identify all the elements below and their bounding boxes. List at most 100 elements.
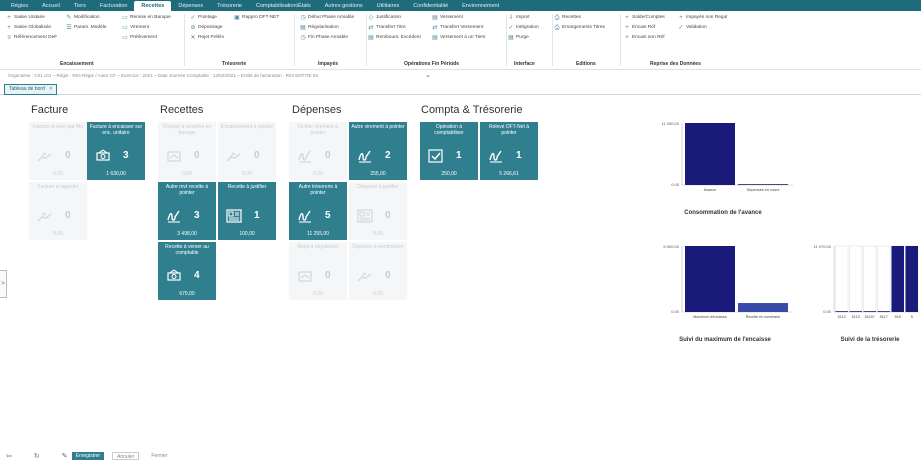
tile-autre-mvt-recette[interactable]: Autre mvt recette à pointer 3 3 498,00 <box>158 182 216 240</box>
fin-phase-amiable-button[interactable]: ◷ Fin Phase Amiable <box>300 34 348 41</box>
emargements-titres-button[interactable]: ⎙ Emargements Titres <box>554 24 605 31</box>
doc-icon: ▤ <box>508 34 514 41</box>
tile-depense-a-rembourser[interactable]: Dépense à rembourser 0 0,00 <box>349 242 407 300</box>
refresh-icon[interactable]: ↻ <box>34 452 40 460</box>
tile-count: 1 <box>254 210 260 221</box>
tile-operation-a-comptabiliser[interactable]: Opération à comptabiliser 1 250,00 <box>420 122 478 180</box>
bar <box>905 246 918 312</box>
sign-icon <box>166 209 182 223</box>
edit-icon[interactable]: ✎ <box>62 452 68 460</box>
menu-tab-1[interactable]: Accueil <box>35 1 67 11</box>
rejet-prelev-button[interactable]: ✕ Rejet Prélèv <box>190 34 224 41</box>
referencement-button[interactable]: ≡ Référencement DeF <box>6 34 57 41</box>
bar <box>685 123 735 185</box>
tile-encaissement-a-pointer[interactable]: Encaissement à pointer 0 0,00 <box>218 122 276 180</box>
integration-button[interactable]: ✓ Intégration <box>508 24 538 31</box>
prelevement-button[interactable]: ▭ Prélèvement <box>122 34 157 41</box>
y-tick-label: 11 070,00 <box>814 244 832 249</box>
tile-cheque-a-remettre[interactable]: Chèque à remettre en banque 0 0,00 <box>158 122 216 180</box>
menu-tab-9[interactable]: Utilitaires <box>370 1 407 11</box>
cheque-icon <box>166 149 182 163</box>
validation-button[interactable]: ✓ Validation <box>678 24 706 31</box>
modification-button[interactable]: ✎ Modification <box>66 14 99 21</box>
chart-maximum-encaisse: 5 000,00 0.00 Maximum d'encaisse Recette en… <box>663 244 793 319</box>
recettes-edition-button[interactable]: ⎙ Recettes <box>554 14 581 21</box>
tile-fichier-virement[interactable]: Fichier virement à pointer 0 0,00 <box>289 122 347 180</box>
rembours-excedent-button[interactable]: ▤ Rembours. Excédent <box>368 34 421 41</box>
menu-tab-11[interactable]: Environnement <box>455 1 506 11</box>
close-icon[interactable]: × <box>49 86 52 92</box>
menu-tab-10[interactable]: Confidentialité <box>406 1 455 11</box>
group-reprise: + Solde/Comptes + Encais Réf + Encais non R… <box>622 11 752 70</box>
encais-ref-button[interactable]: + Encais Réf <box>624 24 655 31</box>
bar <box>849 311 862 312</box>
import-button[interactable]: ⇩ Import <box>508 14 529 21</box>
close-button[interactable]: Fermer <box>147 452 171 460</box>
debut-phase-amiable-button[interactable]: ◷ Début Phase Amiable <box>300 14 354 21</box>
back-icon[interactable]: ⇦ <box>6 452 12 460</box>
tile-facture-a-viser[interactable]: Facture à viser par Mo 0 0,00 <box>29 122 87 180</box>
tile-facture-a-rappeler[interactable]: Facture à rappeler 0 0,00 <box>29 182 87 240</box>
x-tick-label: 5112 <box>838 315 846 319</box>
remise-banque-button[interactable]: ▭ Remise en Banque <box>122 14 171 21</box>
ribbon-separator <box>506 14 507 66</box>
tab-tableau-de-bord[interactable]: Tableau de bord × <box>4 84 58 95</box>
saisie-unitaire-button[interactable]: + Saisie Unitaire <box>6 14 45 21</box>
tile-count: 0 <box>385 210 391 221</box>
tile-count: 5 <box>325 210 331 221</box>
transfert-versement-button[interactable]: ⇄ Transfert Versement <box>432 24 483 31</box>
menu-tab-3[interactable]: Facturation <box>93 1 135 11</box>
justification-button[interactable]: ◇ Justification <box>368 14 401 21</box>
param-modele-button[interactable]: ☰ Param. Modèle <box>66 24 106 31</box>
x-tick-label: 51157 <box>865 315 875 319</box>
side-panel-toggle[interactable]: > <box>0 270 7 298</box>
cancel-button[interactable]: Annuler <box>112 452 140 460</box>
save-button[interactable]: Enregistrer <box>71 452 105 460</box>
tile-autre-tresorerie[interactable]: Autre trésorerie à pointer 5 11 255,00 <box>289 182 347 240</box>
depointage-button[interactable]: ⊘ Dépointage <box>190 24 222 31</box>
menu-tab-4[interactable]: Recettes <box>134 1 172 11</box>
menu-tab-8[interactable]: Autres gestions <box>318 1 370 11</box>
ribbon-separator <box>620 14 621 66</box>
virement-button[interactable]: ▭ Virement <box>122 24 149 31</box>
hand-icon <box>37 149 53 163</box>
chart-title-tresorerie: Suivi de la trésorerie <box>840 337 900 343</box>
menu-tab-5[interactable]: Dépenses <box>171 1 210 11</box>
tile-label: Facture à viser par Mo <box>32 124 84 130</box>
clock-icon: ◷ <box>300 14 306 21</box>
impayes-non-regul-button[interactable]: + Impayés non Regul <box>678 14 727 21</box>
tile-value: 0,00 <box>313 291 323 297</box>
transfer-icon: ⇄ <box>432 24 438 31</box>
tile-autre-virement[interactable]: Autre virement à pointer 2 255,00 <box>349 122 407 180</box>
tile-releve-dft-net[interactable]: Relevé DFT-Net à pointer 1 5 266,61 <box>480 122 538 180</box>
tile-recette-a-justifier[interactable]: Recette à justifier 1 100,00 <box>218 182 276 240</box>
rappro-dft-button[interactable]: ▣ Rappro DFT-NET <box>234 14 279 21</box>
tile-rejet-a-regulariser[interactable]: Rejet à régulariser 0 0,00 <box>289 242 347 300</box>
tile-count: 0 <box>65 150 71 161</box>
saisie-globalisee-button[interactable]: + Saisie Globalisée <box>6 24 51 31</box>
calendar-icon: ▣ <box>234 14 240 21</box>
sign-icon <box>488 149 504 163</box>
transfert-titre-button[interactable]: ⇄ Transfert Titre <box>368 24 405 31</box>
tile-count: 4 <box>194 270 200 281</box>
regularisation-button[interactable]: ▤ Régularisation <box>300 24 339 31</box>
menu-tab-0[interactable]: Régies <box>4 1 35 11</box>
versement-button[interactable]: ▤ Versement <box>432 14 463 21</box>
pointage-button[interactable]: ✓ Pointage <box>190 14 216 21</box>
tile-facture-a-encaisser[interactable]: Facture à encaisser sur enc. unitaire 3 1 … <box>87 122 145 180</box>
encais-non-ref-button[interactable]: + Encais non Réf <box>624 34 664 41</box>
chevron-down-icon[interactable]: ⌄ <box>425 71 431 81</box>
tile-recette-a-verser[interactable]: Recette à verser au comptable 4 679,00 <box>158 242 216 300</box>
x-tick-label: Recette en numéraire <box>746 315 781 319</box>
purge-button[interactable]: ▤ Purge <box>508 34 529 41</box>
ribbon-separator <box>366 14 367 66</box>
menu-tab-7[interactable]: Comptabilisation\États <box>249 1 318 11</box>
versement-tiers-button[interactable]: ▤ Versement à un Tiers <box>432 34 485 41</box>
tile-count: 2 <box>385 150 391 161</box>
menu-tab-2[interactable]: Tiers <box>67 1 93 11</box>
tile-label: Autre trésorerie à pointer <box>298 184 338 196</box>
menu-tab-6[interactable]: Trésorerie <box>210 1 249 11</box>
card-icon: ▭ <box>122 34 128 41</box>
solde-comptes-button[interactable]: + Solde/Comptes <box>624 14 665 21</box>
tile-depense-a-justifier[interactable]: Dépense à justifier 0 0,00 <box>349 182 407 240</box>
